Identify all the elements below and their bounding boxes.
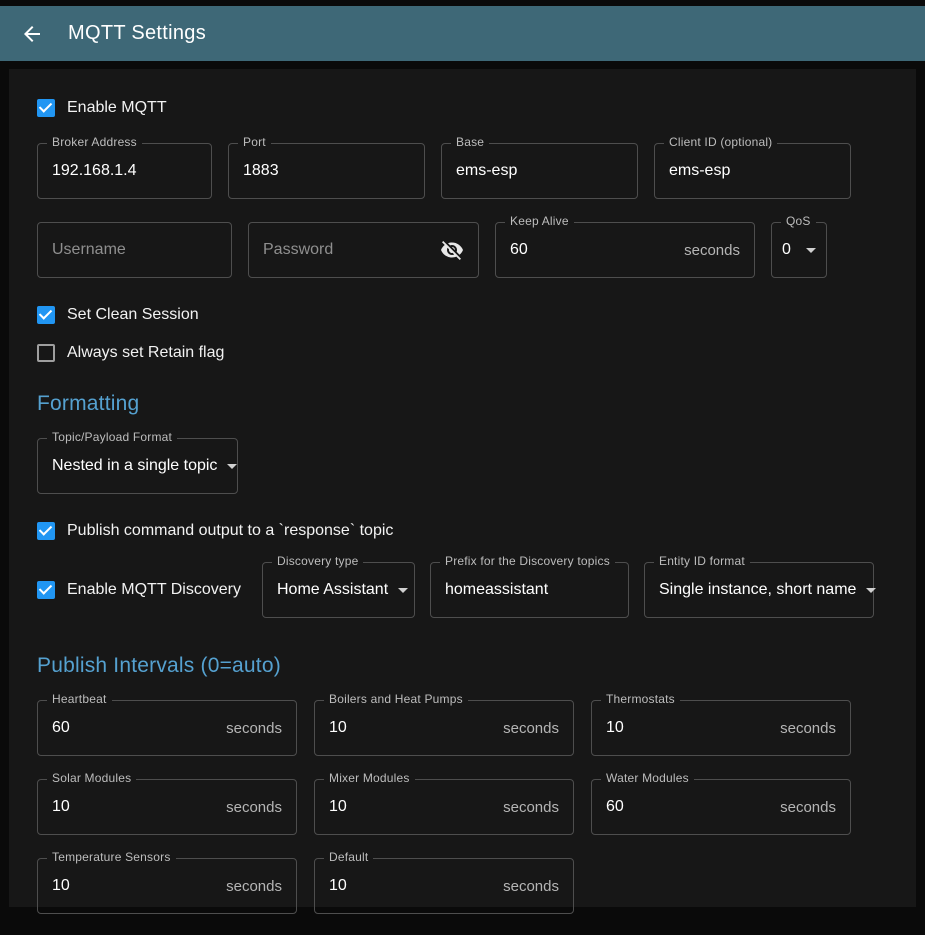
formatting-heading: Formatting (37, 392, 888, 416)
field-value: 0 (782, 241, 791, 259)
field-value: ems-esp (456, 162, 517, 180)
back-button[interactable] (20, 22, 44, 46)
seconds-adornment: seconds (216, 799, 282, 816)
field-value: 10 (52, 798, 70, 816)
dropdown-arrow-icon (806, 248, 816, 253)
solar-interval-field[interactable]: Solar Modules 10 seconds (37, 779, 297, 835)
checkbox-checked-icon (37, 581, 55, 599)
field-label: QoS (781, 214, 816, 228)
field-value: Home Assistant (277, 581, 388, 599)
field-value: Single instance, short name (659, 581, 856, 599)
field-label: Port (238, 135, 271, 149)
dropdown-arrow-icon (227, 464, 237, 469)
field-value: Nested in a single topic (52, 457, 217, 475)
dropdown-arrow-icon (866, 588, 876, 593)
publish-intervals-grid: Heartbeat 60 seconds Boilers and Heat Pu… (37, 700, 888, 914)
client-id-field[interactable]: Client ID (optional) ems-esp (654, 143, 851, 199)
mqtt-discovery-checkbox[interactable]: Enable MQTT Discovery (37, 581, 241, 599)
field-label: Base (451, 135, 489, 149)
clean-session-checkbox[interactable]: Set Clean Session (37, 306, 888, 324)
field-label: Entity ID format (654, 554, 750, 568)
field-value: 60 (510, 241, 528, 259)
base-field[interactable]: Base ems-esp (441, 143, 638, 199)
checkbox-label: Publish command output to a `response` t… (67, 522, 393, 540)
enable-mqtt-checkbox[interactable]: Enable MQTT (37, 99, 888, 117)
field-label: Keep Alive (505, 214, 574, 228)
field-value: ems-esp (669, 162, 730, 180)
publish-intervals-heading: Publish Intervals (0=auto) (37, 654, 888, 678)
field-value: 192.168.1.4 (52, 162, 137, 180)
field-value: 10 (329, 798, 347, 816)
field-label: Mixer Modules (324, 771, 415, 785)
field-label: Heartbeat (47, 692, 112, 706)
field-value: 60 (606, 798, 624, 816)
username-field[interactable]: Username (37, 222, 232, 278)
field-placeholder: Password (263, 241, 333, 259)
dropdown-arrow-icon (398, 588, 408, 593)
checkbox-checked-icon (37, 99, 55, 117)
seconds-adornment: seconds (674, 242, 740, 259)
visibility-off-icon[interactable] (440, 238, 464, 262)
field-label: Water Modules (601, 771, 694, 785)
field-label: Broker Address (47, 135, 142, 149)
retain-flag-checkbox[interactable]: Always set Retain flag (37, 344, 888, 362)
checkbox-checked-icon (37, 306, 55, 324)
seconds-adornment: seconds (493, 720, 559, 737)
seconds-adornment: seconds (770, 799, 836, 816)
field-value: 10 (329, 719, 347, 737)
field-value: 60 (52, 719, 70, 737)
heartbeat-interval-field[interactable]: Heartbeat 60 seconds (37, 700, 297, 756)
broker-address-field[interactable]: Broker Address 192.168.1.4 (37, 143, 212, 199)
keep-alive-field[interactable]: Keep Alive 60 seconds (495, 222, 755, 278)
field-placeholder: Username (52, 241, 126, 259)
app-bar: MQTT Settings (0, 6, 925, 61)
checkbox-label: Set Clean Session (67, 306, 199, 324)
field-label: Topic/Payload Format (47, 430, 177, 444)
page-title: MQTT Settings (68, 22, 206, 45)
qos-select[interactable]: QoS 0 (771, 222, 827, 278)
field-label: Solar Modules (47, 771, 136, 785)
seconds-adornment: seconds (770, 720, 836, 737)
entity-id-format-select[interactable]: Entity ID format Single instance, short … (644, 562, 874, 618)
field-value: 10 (606, 719, 624, 737)
checkbox-unchecked-icon (37, 344, 55, 362)
seconds-adornment: seconds (216, 878, 282, 895)
checkbox-label: Always set Retain flag (67, 344, 224, 362)
seconds-adornment: seconds (216, 720, 282, 737)
settings-form: Enable MQTT Broker Address 192.168.1.4 P… (9, 69, 916, 907)
field-value: homeassistant (445, 581, 548, 599)
temperature-sensors-interval-field[interactable]: Temperature Sensors 10 seconds (37, 858, 297, 914)
default-interval-field[interactable]: Default 10 seconds (314, 858, 574, 914)
mixer-interval-field[interactable]: Mixer Modules 10 seconds (314, 779, 574, 835)
field-label: Thermostats (601, 692, 680, 706)
checkbox-label: Enable MQTT Discovery (67, 581, 241, 599)
field-label: Boilers and Heat Pumps (324, 692, 468, 706)
field-label: Client ID (optional) (664, 135, 777, 149)
field-label: Default (324, 850, 373, 864)
field-value: 1883 (243, 162, 279, 180)
water-interval-field[interactable]: Water Modules 60 seconds (591, 779, 851, 835)
publish-response-checkbox[interactable]: Publish command output to a `response` t… (37, 522, 888, 540)
boilers-interval-field[interactable]: Boilers and Heat Pumps 10 seconds (314, 700, 574, 756)
arrow-back-icon (20, 22, 44, 46)
password-field[interactable]: Password (248, 222, 479, 278)
field-label: Discovery type (272, 554, 364, 568)
field-label: Prefix for the Discovery topics (440, 554, 615, 568)
discovery-type-select[interactable]: Discovery type Home Assistant (262, 562, 415, 618)
field-value: 10 (329, 877, 347, 895)
field-value: 10 (52, 877, 70, 895)
discovery-prefix-field[interactable]: Prefix for the Discovery topics homeassi… (430, 562, 629, 618)
checkbox-checked-icon (37, 522, 55, 540)
seconds-adornment: seconds (493, 878, 559, 895)
seconds-adornment: seconds (493, 799, 559, 816)
port-field[interactable]: Port 1883 (228, 143, 425, 199)
checkbox-label: Enable MQTT (67, 99, 167, 117)
field-label: Temperature Sensors (47, 850, 176, 864)
topic-format-select[interactable]: Topic/Payload Format Nested in a single … (37, 438, 238, 494)
thermostats-interval-field[interactable]: Thermostats 10 seconds (591, 700, 851, 756)
